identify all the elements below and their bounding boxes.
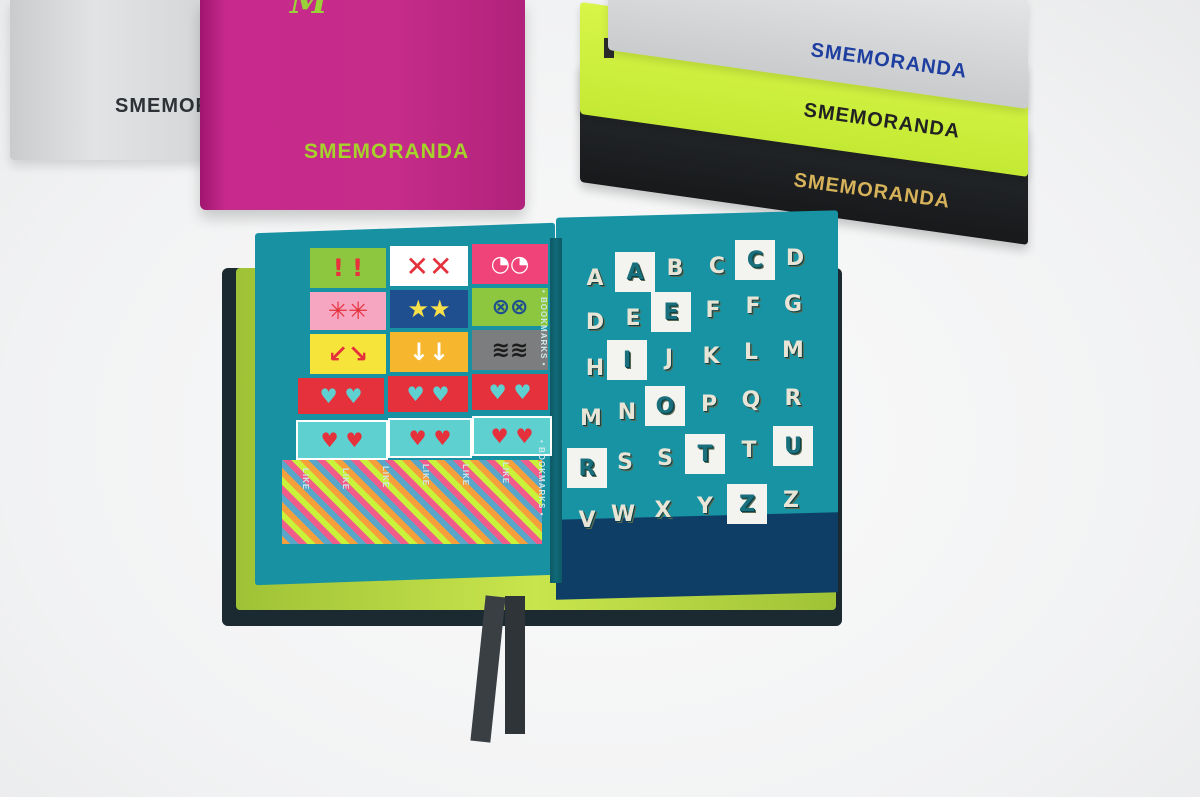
letter-sticker: G xyxy=(783,291,803,317)
letter-sticker: E xyxy=(651,292,691,332)
cross-sticker: ✕✕ xyxy=(390,246,468,286)
book-gutter xyxy=(550,238,562,583)
letter-sticker: D xyxy=(585,309,605,335)
brand-logo: SMEMORANDA xyxy=(304,140,470,163)
letter-sticker: N xyxy=(617,399,637,425)
letter-sticker: P xyxy=(700,391,718,417)
letter-sticker: T xyxy=(741,437,757,463)
letter-sticker: A xyxy=(586,265,604,291)
letter-sticker: Q xyxy=(741,387,761,413)
cover-script-lettering: M xyxy=(290,0,328,22)
star-sticker: ★★ xyxy=(390,290,468,328)
down-arrow-sticker: ↓↓ xyxy=(390,332,468,372)
letter-sticker: A xyxy=(615,252,655,292)
heart-sticker: ♥ ♥ xyxy=(296,420,388,460)
like-label: LIKE xyxy=(381,466,390,489)
arrow-sticker: ↙↘ xyxy=(310,334,386,374)
letter-sticker: M xyxy=(580,405,602,431)
letter-sticker: F xyxy=(705,297,721,323)
letter-sticker: E xyxy=(625,305,641,331)
silver-diary-book: SMEMORANDA xyxy=(10,0,272,160)
alphabet-stickers: A A B C C D D E E F F G H I J K L M M N … xyxy=(567,240,825,540)
letter-sticker: Z xyxy=(783,487,799,513)
heart-sticker: ♥ ♥ xyxy=(472,374,548,410)
bookmarks-label: • BOOKMARKS • xyxy=(539,290,548,367)
letter-sticker: S xyxy=(657,445,673,471)
letter-sticker: I xyxy=(607,340,647,380)
letter-sticker: X xyxy=(654,497,672,523)
letter-sticker: V xyxy=(578,507,596,533)
heart-sticker: ♥ ♥ xyxy=(388,376,468,412)
letter-sticker: L xyxy=(743,339,759,365)
exclamation-sticker: ! ! xyxy=(310,248,386,288)
like-label: LIKE xyxy=(501,462,510,485)
letter-sticker: W xyxy=(610,501,636,527)
clock-sticker: ◔◔ xyxy=(472,244,548,284)
like-label: LIKE xyxy=(421,464,430,487)
letter-sticker: Z xyxy=(727,484,767,524)
letter-sticker: Y xyxy=(697,493,713,519)
letter-sticker: K xyxy=(702,343,720,369)
letter-sticker: O xyxy=(645,386,685,426)
letter-sticker: C xyxy=(735,240,775,280)
circle-x-sticker: ⊗⊗ xyxy=(472,288,548,326)
bookmarks-label: • BOOKMARKS • xyxy=(537,440,546,517)
like-label: LIKE xyxy=(301,468,310,491)
letter-sticker: R xyxy=(784,385,802,411)
letter-sticker: T xyxy=(685,434,725,474)
stacked-diaries: SMEMORANDA SMEMORANDA SMEMORANDA xyxy=(578,0,1048,245)
sticker-grid: ! ! ✕✕ ◔◔ ✳✳ ★★ ⊗⊗ ↙↘ ↓↓ ≋≋ ♥ ♥ ♥ ♥ ♥ ♥ … xyxy=(282,244,552,556)
letter-sticker: S xyxy=(617,449,633,475)
like-label: LIKE xyxy=(341,468,350,491)
letter-sticker: D xyxy=(785,245,805,271)
letter-sticker: M xyxy=(782,337,804,363)
heart-sticker: ♥ ♥ xyxy=(388,418,472,458)
like-label: LIKE xyxy=(461,464,470,487)
letter-sticker: U xyxy=(773,426,813,466)
letter-sticker: C xyxy=(708,253,726,279)
magenta-diary-book: M SMEMORANDA xyxy=(200,0,525,210)
letter-sticker: F xyxy=(745,293,761,319)
scribble-sticker: ≋≋ xyxy=(472,330,548,370)
bookmark-ribbon xyxy=(505,596,525,734)
burst-sticker: ✳✳ xyxy=(310,292,386,330)
letter-sticker: B xyxy=(666,255,684,281)
letter-sticker: R xyxy=(567,448,607,488)
letter-sticker: J xyxy=(664,345,674,371)
heart-sticker: ♥ ♥ xyxy=(298,378,384,414)
